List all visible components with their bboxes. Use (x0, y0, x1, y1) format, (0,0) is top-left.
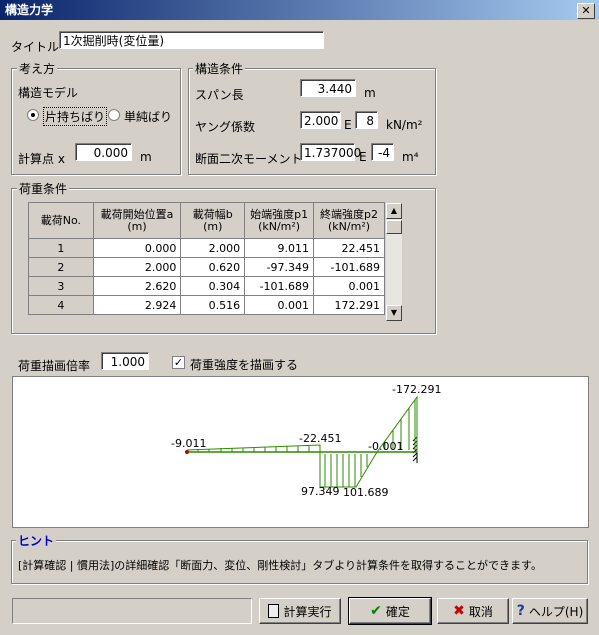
header-b: 載荷幅b (m) (180, 202, 246, 239)
title-bar: 構造力学 ✕ (0, 0, 599, 20)
inertia-exp-input[interactable]: -4 (371, 143, 394, 161)
scroll-thumb[interactable] (386, 220, 402, 234)
cancel-x-icon: ✖ (453, 603, 465, 619)
close-button[interactable]: ✕ (577, 3, 595, 19)
load-diagram-svg (185, 395, 418, 488)
draw-load-checkbox-label[interactable]: 荷重強度を描画する (190, 356, 298, 373)
calc-run-label: 計算実行 (283, 604, 332, 619)
ok-label: 確定 (385, 604, 410, 619)
hint-text: [計算確認 | 慣用法]の詳細確認「断面力、変位、剛性検討」タブより計算条件を取… (18, 559, 542, 572)
young-unit: kN/m² (386, 118, 423, 132)
calc-point-label: 計算点 x (18, 152, 65, 166)
header-p2: 終端強度p2 (kN/m²) (313, 202, 385, 239)
label-p-end: -172.291 (392, 383, 442, 396)
structure-group-label: 構造条件 (193, 60, 246, 77)
help-icon: ? (516, 603, 525, 619)
row-no: 4 (28, 295, 94, 315)
cell-b[interactable]: 0.304 (180, 276, 246, 296)
row-no: 2 (28, 257, 94, 277)
calculator-icon (268, 604, 280, 618)
table-header-row: 載荷No. 載荷開始位置a (m) 載荷幅b (m) 始端強度p1 (kN/m²… (28, 202, 385, 239)
cell-a[interactable]: 2.924 (92, 295, 182, 315)
table-scrollbar[interactable]: ▲ ▼ (385, 203, 402, 321)
cell-b[interactable]: 0.620 (180, 257, 246, 277)
inertia-input[interactable]: 1.737000 (300, 143, 361, 161)
cell-p1[interactable]: 9.011 (244, 238, 315, 258)
load-diagram-canvas: -9.011 -22.451 -0.001 -172.291 97.349 10… (12, 376, 589, 528)
load-group-label: 荷重条件 (17, 180, 70, 197)
label-p-under1: 97.349 (301, 485, 340, 498)
title-label: タイトル (11, 40, 60, 54)
span-label: スパン長 (195, 88, 244, 102)
header-p1: 始端強度p1 (kN/m²) (244, 202, 315, 239)
header-no: 載荷No. (28, 202, 94, 239)
cell-p2[interactable]: 22.451 (313, 238, 385, 258)
inertia-unit: m⁴ (402, 150, 419, 164)
cell-b[interactable]: 0.516 (180, 295, 246, 315)
young-e: E (344, 118, 352, 132)
load-table: 載荷No. 載荷開始位置a (m) 載荷幅b (m) 始端強度p1 (kN/m²… (28, 202, 385, 315)
cell-p1[interactable]: 0.001 (244, 295, 315, 315)
row-no: 1 (28, 238, 94, 258)
scroll-down-button[interactable]: ▼ (386, 305, 402, 321)
cell-p2[interactable]: 0.001 (313, 276, 385, 296)
inertia-label: 断面二次モーメント (195, 152, 303, 166)
radio-cantilever-label[interactable]: 片持ちばり (43, 107, 108, 126)
cancel-button[interactable]: ✖ 取消 (437, 598, 509, 624)
cell-a[interactable]: 2.620 (92, 276, 182, 296)
cell-p1[interactable]: -97.349 (244, 257, 315, 277)
window-title: 構造力学 (5, 3, 54, 17)
calc-point-input[interactable]: 0.000 (75, 143, 132, 161)
cell-a[interactable]: 0.000 (92, 238, 182, 258)
cell-b[interactable]: 2.000 (180, 238, 246, 258)
model-label: 構造モデル (18, 86, 79, 100)
check-icon: ✔ (370, 603, 382, 619)
calc-run-button[interactable]: 計算実行 (259, 598, 341, 624)
span-input[interactable]: 3.440 (300, 79, 356, 97)
radio-simple-beam-label[interactable]: 単純ばり (124, 108, 172, 125)
radio-simple-beam[interactable] (108, 109, 120, 121)
young-exp-input[interactable]: 8 (355, 111, 378, 129)
cell-p2[interactable]: -101.689 (313, 257, 385, 277)
label-p-start: -9.011 (171, 437, 207, 450)
label-p-2m: -22.451 (299, 432, 342, 445)
header-a: 載荷開始位置a (m) (92, 202, 182, 239)
cell-p1[interactable]: -101.689 (244, 276, 315, 296)
row-no: 3 (28, 276, 94, 296)
cancel-label: 取消 (468, 604, 493, 619)
span-unit: m (364, 86, 376, 100)
draw-load-checkbox[interactable]: ✓ (172, 356, 185, 369)
table-row: 3 2.620 0.304 -101.689 0.001 (28, 276, 385, 296)
title-input[interactable]: 1次掘削時(変位量) (59, 31, 324, 49)
young-input[interactable]: 2.000 (300, 111, 341, 129)
ok-button[interactable]: ✔ 確定 (348, 597, 432, 625)
header-no-text: 載荷No. (40, 213, 81, 227)
approach-group-label: 考え方 (17, 60, 58, 77)
hint-label: ヒント (16, 532, 57, 549)
draw-scale-input[interactable]: 1.000 (101, 352, 149, 370)
table-row: 2 2.000 0.620 -97.349 -101.689 (28, 257, 385, 277)
table-row: 4 2.924 0.516 0.001 172.291 (28, 295, 385, 315)
table-row: 1 0.000 2.000 9.011 22.451 (28, 238, 385, 258)
label-p-zero: -0.001 (368, 440, 404, 453)
beam-free-end (185, 450, 189, 454)
help-label: ヘルプ(H) (528, 604, 584, 619)
status-field (12, 598, 252, 624)
radio-cantilever[interactable] (27, 109, 39, 121)
draw-scale-label: 荷重描画倍率 (18, 359, 91, 373)
cell-p2[interactable]: 172.291 (313, 295, 385, 315)
label-p-under2: 101.689 (343, 486, 389, 499)
calc-point-unit: m (140, 150, 152, 164)
load2-arrows (324, 454, 368, 487)
young-label: ヤング係数 (195, 120, 256, 134)
inertia-e: E (359, 150, 367, 164)
cell-a[interactable]: 2.000 (92, 257, 182, 277)
scroll-up-button[interactable]: ▲ (386, 203, 402, 219)
help-button[interactable]: ? ヘルプ(H) (512, 598, 588, 624)
